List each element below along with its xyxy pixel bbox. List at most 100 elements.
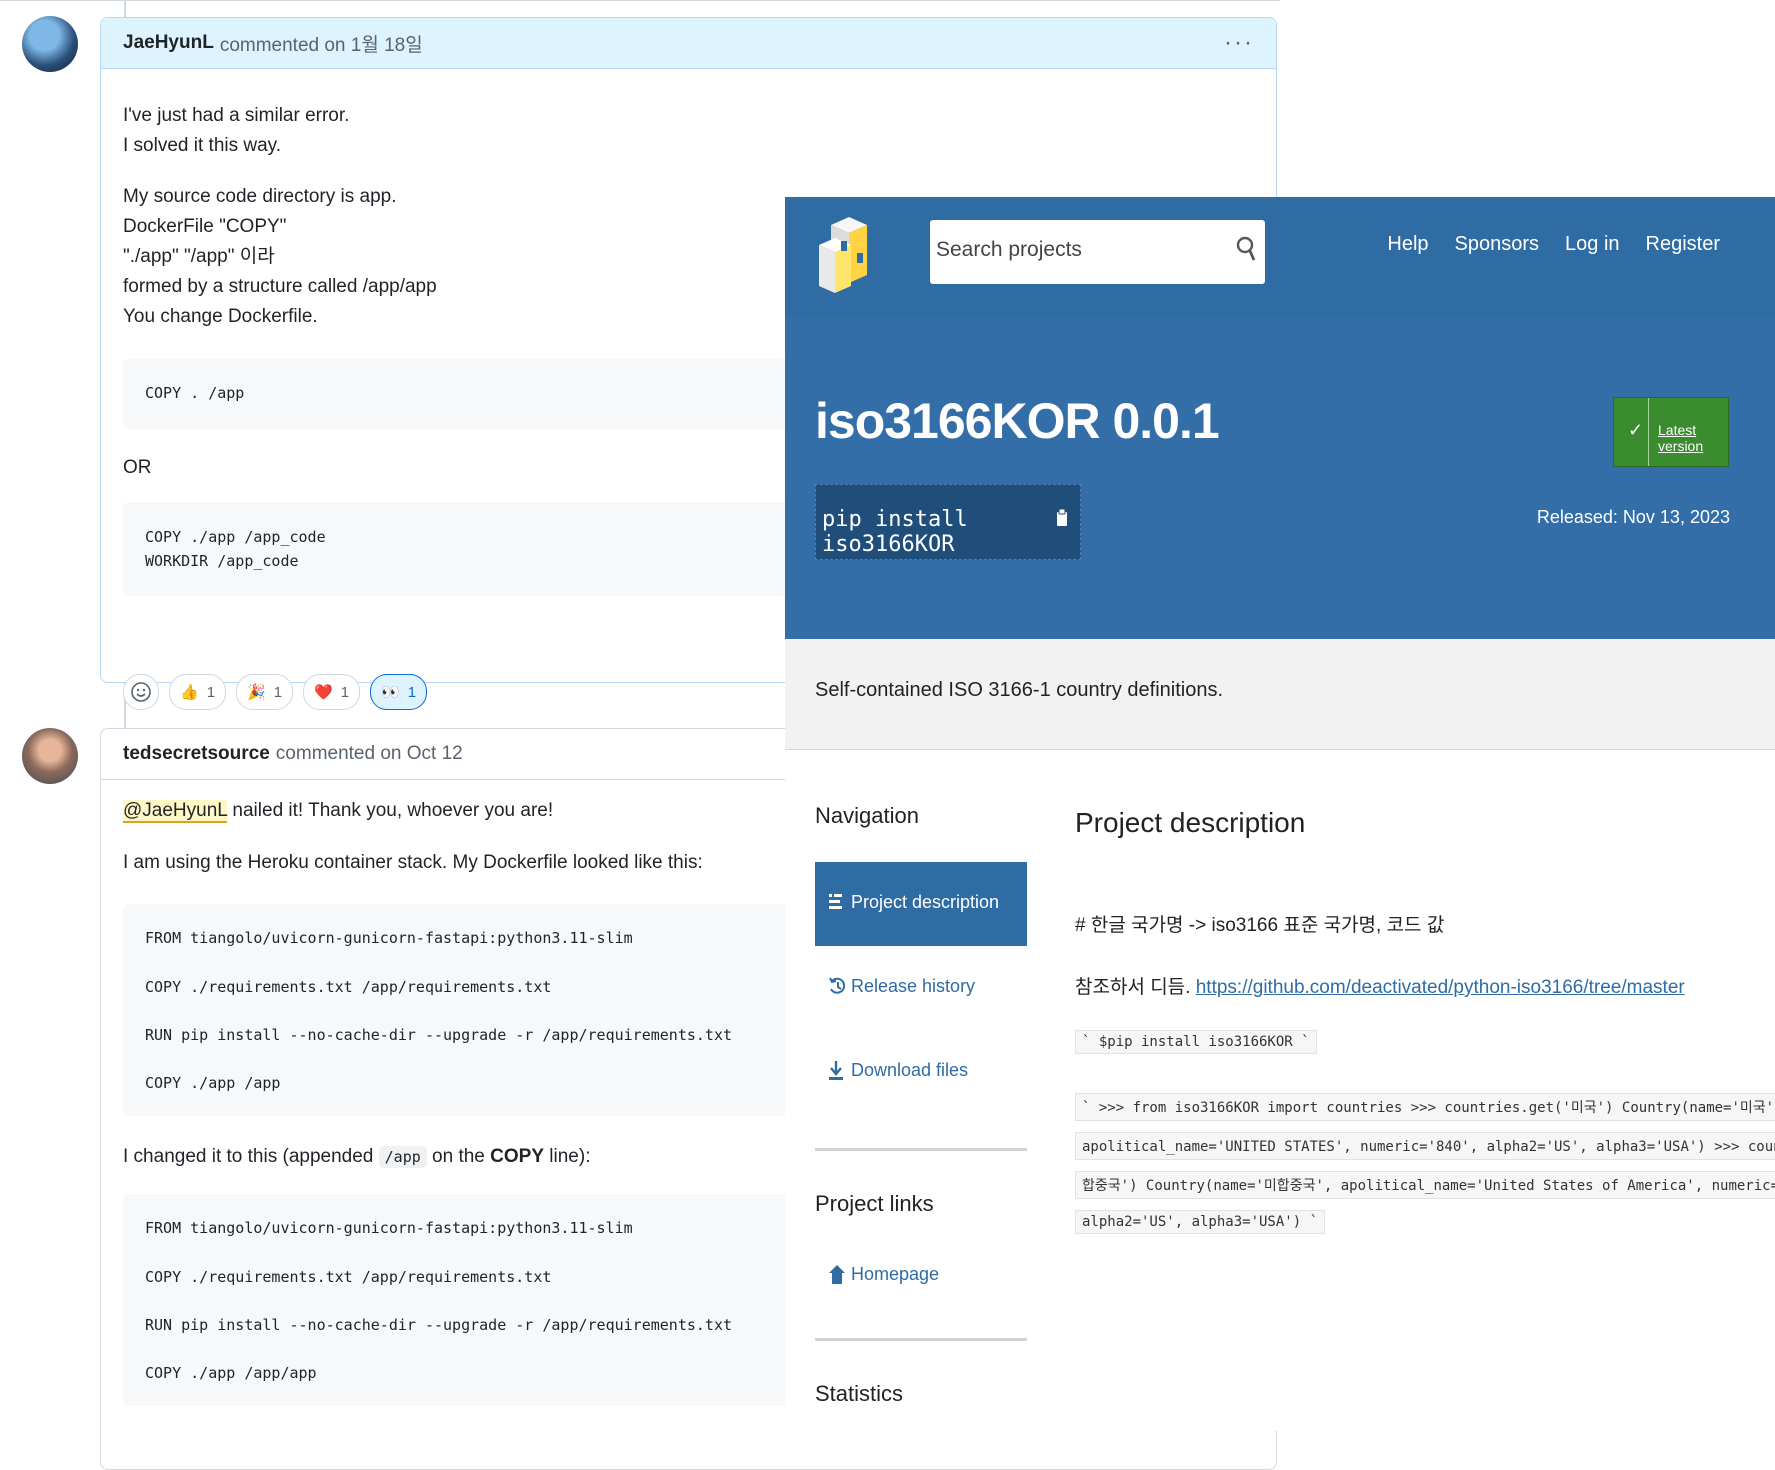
reaction-count: 1 bbox=[340, 683, 350, 701]
comment-paragraph: I've just had a similar error. bbox=[123, 105, 350, 126]
description-line: # 한글 국가명 -> iso3166 표준 국가명, 코드 값 bbox=[1075, 915, 1445, 936]
nav-login[interactable]: Log in bbox=[1565, 233, 1620, 256]
comment-meta[interactable]: commented on Oct 12 bbox=[276, 743, 463, 765]
code-line: FROM tiangolo/uvicorn-gunicorn-fastapi:p… bbox=[145, 929, 633, 947]
reaction-heart[interactable]: ❤️ 1 bbox=[303, 674, 361, 710]
header-nav: Help Sponsors Log in Register bbox=[1387, 233, 1720, 256]
comment-author[interactable]: tedsecretsource bbox=[123, 743, 270, 765]
latest-version-link[interactable]: Latest version bbox=[1658, 422, 1728, 454]
description-line: 참조하서 디듬. https://github.com/deactivated/… bbox=[1075, 972, 1685, 999]
latest-version-badge[interactable]: ✓ Latest version bbox=[1613, 397, 1729, 467]
reactions-bar: 👍 1 🎉 1 ❤️ 1 👀 1 bbox=[123, 674, 428, 710]
nav-sponsors[interactable]: Sponsors bbox=[1455, 233, 1540, 256]
smiley-icon bbox=[131, 682, 151, 702]
comment-paragraph: I am using the Heroku container stack. M… bbox=[123, 852, 703, 873]
comment-author[interactable]: JaeHyunL bbox=[123, 32, 214, 54]
pypi-header: Search projects Help Sponsors Log in Reg… bbox=[785, 197, 1775, 317]
user-mention[interactable]: @JaeHyunL bbox=[123, 800, 228, 823]
top-divider bbox=[0, 0, 1280, 4]
nav-help[interactable]: Help bbox=[1387, 233, 1428, 256]
eyes-icon: 👀 bbox=[381, 684, 400, 701]
check-icon: ✓ bbox=[1628, 420, 1644, 440]
inline-code: 합중국') Country(name='미합중국', apolitical_na… bbox=[1075, 1171, 1775, 1199]
comment-paragraph: You change Dockerfile. bbox=[123, 306, 318, 327]
reaction-hooray[interactable]: 🎉 1 bbox=[236, 674, 294, 710]
or-text: OR bbox=[123, 457, 152, 478]
package-banner: iso3166KOR 0.0.1 pip install iso3166KOR … bbox=[785, 317, 1775, 639]
statistics-heading: Statistics bbox=[815, 1381, 904, 1406]
inline-code: ` $pip install iso3166KOR ` bbox=[1075, 1030, 1317, 1054]
code-line: RUN pip install --no-cache-dir --upgrade… bbox=[145, 1026, 732, 1044]
align-left-icon bbox=[829, 894, 842, 909]
badge-divider bbox=[1648, 398, 1649, 466]
sidebar-item-release-history[interactable]: Release history bbox=[815, 946, 1027, 1030]
code-line: COPY ./app /app/app bbox=[145, 1364, 317, 1382]
sidebar-item-label: Project description bbox=[851, 892, 1000, 912]
sidebar-item-download-files[interactable]: Download files bbox=[815, 1030, 1027, 1114]
comment-paragraph: I solved it this way. bbox=[123, 135, 282, 156]
comment-text: nailed it! Thank you, whoever you are! bbox=[227, 800, 554, 821]
code-line: RUN pip install --no-cache-dir --upgrade… bbox=[145, 1316, 732, 1334]
code-line: COPY . /app bbox=[145, 384, 245, 402]
history-icon bbox=[829, 977, 845, 994]
sidebar-item-label: Homepage bbox=[851, 1264, 940, 1284]
add-reaction-button[interactable] bbox=[123, 674, 159, 710]
search-icon[interactable] bbox=[1235, 234, 1257, 264]
inline-code: alpha2='US', alpha3='USA') ` bbox=[1075, 1210, 1326, 1234]
release-date: Released: Nov 13, 2023 bbox=[1536, 507, 1730, 527]
nav-register[interactable]: Register bbox=[1646, 233, 1720, 256]
reaction-count: 1 bbox=[206, 683, 216, 701]
project-links-heading: Project links bbox=[815, 1191, 934, 1216]
pip-command-box[interactable]: pip install iso3166KOR bbox=[815, 484, 1081, 560]
code-line: COPY ./app /app bbox=[145, 1074, 281, 1092]
code-line: WORKDIR /app_code bbox=[145, 552, 299, 570]
avatar[interactable] bbox=[22, 728, 78, 784]
comment-paragraph: @JaeHyunL nailed it! Thank you, whoever … bbox=[123, 796, 553, 826]
sidebar-item-project-description[interactable]: Project description bbox=[815, 862, 1027, 946]
home-icon bbox=[829, 1265, 845, 1284]
comment-header: JaeHyunL commented on 1월 18일 ··· bbox=[101, 18, 1276, 69]
comment-paragraph: DockerFile "COPY" bbox=[123, 216, 287, 237]
code-line: COPY ./requirements.txt /app/requirement… bbox=[145, 1268, 552, 1286]
inline-code: ` >>> from iso3166KOR import countries >… bbox=[1075, 1093, 1775, 1121]
package-title: iso3166KOR 0.0.1 bbox=[815, 393, 1220, 449]
party-popper-icon: 🎉 bbox=[247, 684, 266, 701]
pypi-logo-icon[interactable] bbox=[815, 205, 877, 301]
search-placeholder: Search projects bbox=[936, 238, 1082, 261]
package-summary-bar: Self-contained ISO 3166-1 country defini… bbox=[785, 639, 1775, 750]
code-line: COPY ./requirements.txt /app/requirement… bbox=[145, 978, 552, 996]
comment-text: line): bbox=[544, 1146, 591, 1167]
reaction-count: 1 bbox=[407, 683, 417, 701]
comment-paragraph: I changed it to this (appended /app on t… bbox=[123, 1142, 590, 1172]
heart-icon: ❤️ bbox=[314, 684, 333, 701]
download-icon bbox=[829, 1061, 843, 1080]
github-link[interactable]: https://github.com/deactivated/python-is… bbox=[1196, 977, 1685, 998]
sidebar-item-homepage[interactable]: Homepage bbox=[815, 1234, 1027, 1318]
avatar[interactable] bbox=[22, 16, 78, 72]
reaction-eyes[interactable]: 👀 1 bbox=[370, 674, 428, 710]
sidebar-divider bbox=[815, 1338, 1027, 1341]
copy-icon[interactable] bbox=[1054, 507, 1070, 531]
reaction-count: 1 bbox=[273, 683, 283, 701]
thumbs-up-icon: 👍 bbox=[180, 684, 199, 701]
bold-text: COPY bbox=[490, 1146, 545, 1167]
pip-command: pip install iso3166KOR bbox=[822, 507, 968, 557]
inline-code: /app bbox=[378, 1146, 427, 1168]
comment-text: on the bbox=[426, 1146, 491, 1167]
sidebar-divider bbox=[815, 1148, 1027, 1151]
comment-paragraph: "./app" "/app" 이라 bbox=[123, 246, 275, 267]
comment-paragraph: My source code directory is app. bbox=[123, 186, 397, 207]
navigation-heading: Navigation bbox=[815, 803, 919, 828]
search-input[interactable]: Search projects bbox=[930, 220, 1265, 284]
comment-meta[interactable]: commented on 1월 18일 bbox=[220, 30, 423, 57]
sidebar-item-label: Release history bbox=[851, 976, 976, 996]
reaction-thumbs-up[interactable]: 👍 1 bbox=[169, 674, 227, 710]
pypi-page: Search projects Help Sponsors Log in Reg… bbox=[785, 197, 1775, 1431]
more-options-icon[interactable]: ··· bbox=[1224, 29, 1254, 57]
comment-paragraph: formed by a structure called /app/app bbox=[123, 276, 437, 297]
sidebar-item-label: Download files bbox=[851, 1060, 969, 1080]
description-text: 참조하서 디듬. bbox=[1075, 977, 1196, 998]
inline-code: apolitical_name='UNITED STATES', numeric… bbox=[1075, 1132, 1775, 1160]
package-summary: Self-contained ISO 3166-1 country defini… bbox=[815, 679, 1224, 701]
description-heading: Project description bbox=[1075, 807, 1306, 838]
